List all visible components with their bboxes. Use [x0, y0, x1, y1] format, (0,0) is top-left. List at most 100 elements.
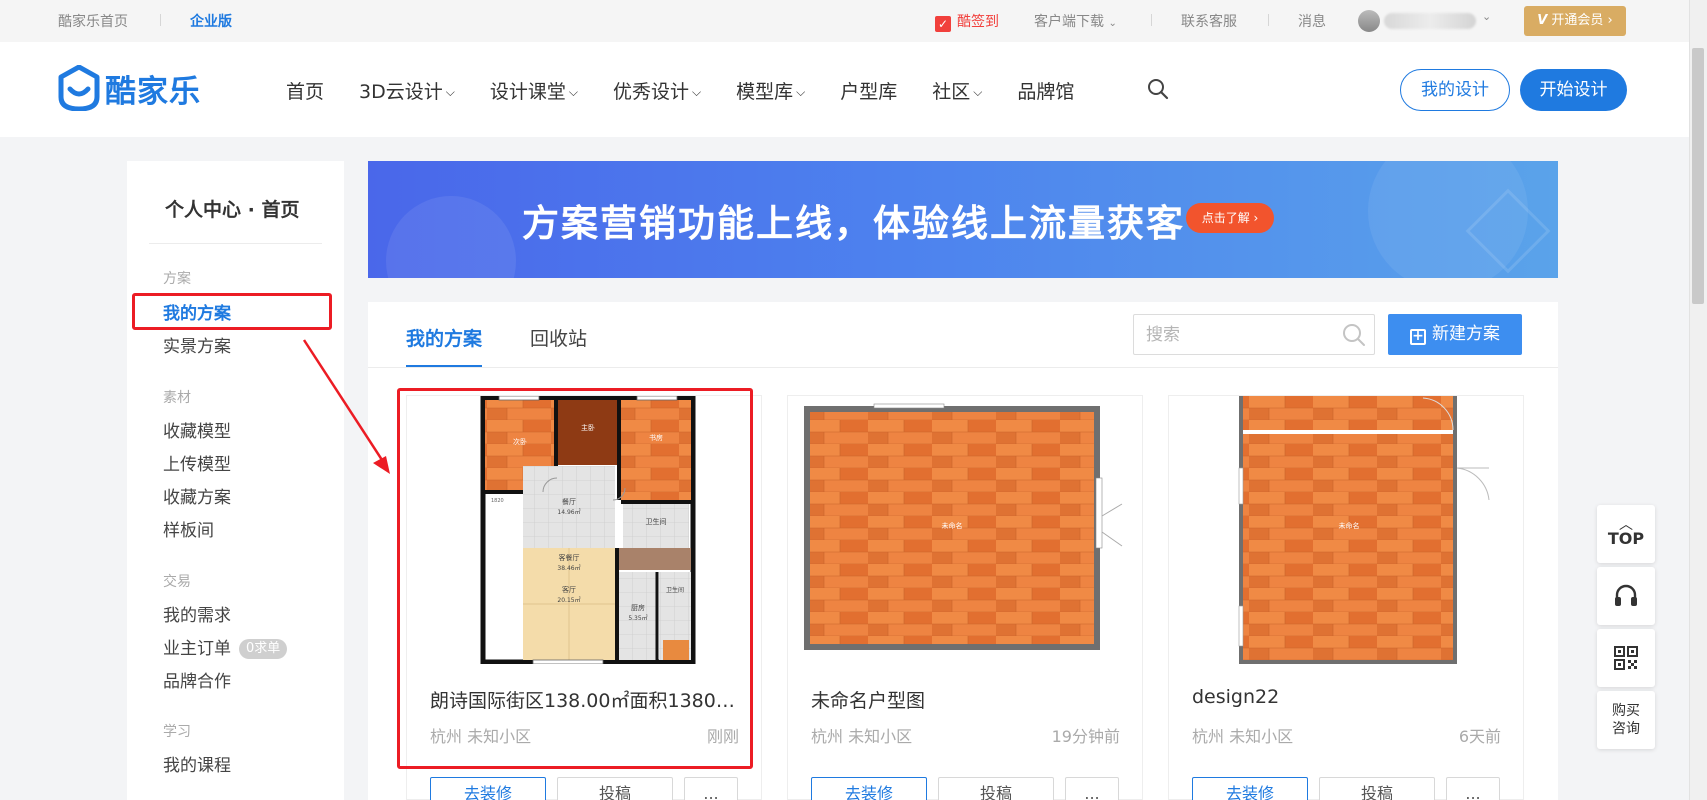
nav-community[interactable]: 社区 ⌵ — [932, 77, 982, 104]
sidebar-item-label: 业主订单 — [163, 639, 231, 659]
chevron-down-icon: ⌄ — [1108, 18, 1117, 29]
decorate-button[interactable]: 去装修 — [1192, 777, 1308, 800]
sidebar-group-study: 学习 — [163, 724, 191, 740]
client-download-label: 客户端下载 — [1034, 14, 1104, 30]
tab-recycle-bin[interactable]: 回收站 — [530, 324, 587, 367]
start-design-button[interactable]: 开始设计 — [1520, 69, 1627, 111]
client-download-link[interactable]: 客户端下载 ⌄ — [1034, 11, 1117, 31]
plan-card[interactable]: 未命名 design22 杭州 未知小区 6天前 去装修 投稿 ... — [1168, 395, 1524, 800]
new-plan-label: 新建方案 — [1432, 324, 1500, 344]
annotation-highlight-box — [397, 388, 753, 769]
avatar — [1358, 10, 1380, 32]
floorplan-thumbnail[interactable]: 未命名 — [804, 396, 1126, 664]
sidebar-item-fav-plans[interactable]: 收藏方案 — [163, 483, 231, 508]
chevron-down-icon: ⌄ — [1482, 10, 1492, 23]
top-label: TOP — [1607, 529, 1645, 548]
back-to-top-button[interactable]: ︿ TOP — [1597, 505, 1655, 563]
nav-brand-hall[interactable]: 品牌馆 — [1017, 77, 1074, 104]
nav-model-library[interactable]: 模型库 ⌵ — [736, 77, 805, 104]
plan-name[interactable]: 未命名户型图 — [811, 686, 1121, 713]
plan-actions: 去装修 投稿 ... — [430, 777, 749, 800]
tab-my-plans[interactable]: 我的方案 — [406, 324, 483, 367]
main-header: 酷家乐 首页 3D云设计 ⌵ 设计课堂 ⌵ 优秀设计 ⌵ 模型库 ⌵ 户型库 社区 ⌵ 品… — [0, 42, 1689, 137]
chevron-down-icon: ⌵ — [692, 85, 702, 99]
qrcode-button[interactable] — [1597, 629, 1655, 687]
banner-decoration — [386, 196, 516, 278]
more-button[interactable]: ... — [1446, 777, 1500, 800]
checkin-link[interactable]: ✓ 酷签到 — [935, 11, 999, 32]
chevron-down-icon: ⌵ — [445, 85, 455, 99]
nav-excellent-design[interactable]: 优秀设计 ⌵ — [613, 77, 701, 104]
divider — [149, 243, 322, 244]
plan-card[interactable]: 未命名 未命名户型图 杭州 未知小区 19分钟前 去装修 投稿 ... — [787, 395, 1143, 800]
purchase-consult-button[interactable]: 购买 咨询 — [1597, 691, 1655, 749]
new-plan-button[interactable]: + 新建方案 — [1388, 314, 1522, 355]
enterprise-link[interactable]: 企业版 — [190, 11, 232, 31]
sidebar-item-my-demands[interactable]: 我的需求 — [163, 601, 231, 626]
search-icon[interactable] — [1342, 323, 1366, 351]
nav-design-class[interactable]: 设计课堂 ⌵ — [490, 77, 578, 104]
plan-time: 6天前 — [1458, 727, 1501, 746]
submit-button[interactable]: 投稿 — [938, 777, 1054, 800]
sidebar-item-brand-coop[interactable]: 品牌合作 — [163, 667, 231, 692]
logo[interactable]: 酷家乐 — [57, 65, 201, 111]
more-button[interactable]: ... — [684, 777, 738, 800]
sidebar-item-upload-models[interactable]: 上传模型 — [163, 450, 231, 475]
sidebar-item-owner-orders[interactable]: 业主订单 0求单 — [163, 634, 288, 659]
divider — [1151, 14, 1152, 26]
divider — [368, 367, 1558, 368]
nav-label: 优秀设计 — [612, 81, 689, 103]
sidebar-item-my-courses[interactable]: 我的课程 — [163, 751, 231, 776]
logo-icon — [58, 65, 100, 111]
more-button[interactable]: ... — [1065, 777, 1119, 800]
sidebar: 个人中心 · 首页 方案 我的方案 实景方案 素材 收藏模型 上传模型 收藏方案… — [127, 161, 344, 800]
plus-icon: + — [1410, 329, 1426, 345]
plan-location: 杭州 未知小区 — [811, 727, 913, 746]
vip-button[interactable]: V 开通会员 › — [1524, 6, 1626, 36]
logo-text: 酷家乐 — [105, 73, 201, 110]
plan-actions: 去装修 投稿 ... — [811, 777, 1130, 800]
checkin-label: 酷签到 — [957, 14, 999, 30]
nav-label: 首页 — [286, 81, 325, 103]
sidebar-title: 个人中心 · 首页 — [165, 199, 300, 221]
scrollbar-thumb[interactable] — [1692, 48, 1704, 304]
chevron-down-icon: ⌵ — [796, 85, 806, 99]
sidebar-item-showroom[interactable]: 样板间 — [163, 516, 214, 541]
nav-home[interactable]: 首页 — [286, 77, 324, 104]
plan-location: 杭州 未知小区 — [1192, 727, 1294, 746]
banner-learn-more-button[interactable]: 点击了解 › — [1186, 203, 1274, 233]
search-input[interactable] — [1134, 315, 1334, 354]
submit-button[interactable]: 投稿 — [557, 777, 673, 800]
home-link[interactable]: 酷家乐首页 — [58, 11, 128, 31]
floorplan-thumbnail[interactable]: 未命名 — [1185, 396, 1507, 664]
search-icon[interactable] — [1147, 78, 1169, 104]
promo-banner[interactable]: 方案营销功能上线，体验线上流量获客 点击了解 › — [368, 161, 1558, 278]
customer-service-link[interactable]: 联系客服 — [1181, 11, 1237, 31]
status-badge: 0求单 — [239, 639, 288, 659]
vip-icon: V — [1537, 13, 1548, 28]
nav-3d-design[interactable]: 3D云设计 ⌵ — [359, 77, 455, 104]
sidebar-group-plan: 方案 — [163, 271, 191, 287]
plan-time: 19分钟前 — [1051, 727, 1120, 746]
decorate-button[interactable]: 去装修 — [811, 777, 927, 800]
divider — [1268, 14, 1269, 26]
qrcode-icon — [1614, 646, 1638, 670]
plan-name[interactable]: design22 — [1192, 686, 1502, 708]
user-menu[interactable]: ⌄ — [1358, 10, 1498, 32]
submit-button[interactable]: 投稿 — [1319, 777, 1435, 800]
nav-label: 3D云设计 — [359, 81, 443, 103]
nav-floorplan-library[interactable]: 户型库 — [840, 77, 897, 104]
chevron-down-icon: ⌵ — [973, 85, 983, 99]
nav-label: 社区 — [932, 81, 971, 103]
checkin-icon: ✓ — [935, 16, 951, 32]
messages-link[interactable]: 消息 — [1298, 11, 1326, 31]
sidebar-item-live-plans[interactable]: 实景方案 — [163, 332, 231, 357]
nav-label: 品牌馆 — [1017, 81, 1075, 103]
room-label: 未命名 — [1339, 521, 1360, 530]
decorate-button[interactable]: 去装修 — [430, 777, 546, 800]
my-design-button[interactable]: 我的设计 — [1400, 69, 1510, 111]
vip-label: 开通会员 — [1551, 13, 1604, 28]
nav-label: 户型库 — [840, 81, 898, 103]
customer-support-button[interactable] — [1597, 567, 1655, 625]
sidebar-item-fav-models[interactable]: 收藏模型 — [163, 417, 231, 442]
